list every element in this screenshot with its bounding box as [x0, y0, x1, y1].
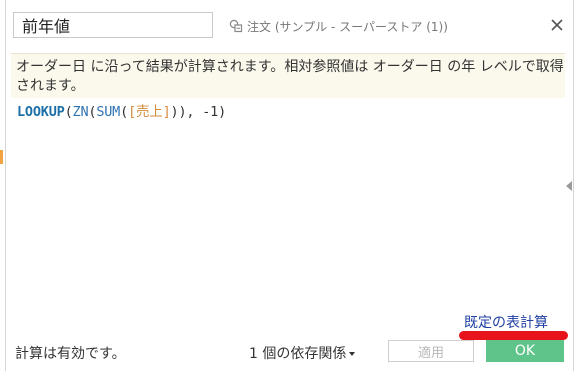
- dependencies-dropdown[interactable]: 1 個の依存関係: [249, 343, 356, 363]
- formula-tail: )), -1): [170, 104, 227, 120]
- formula-function-lookup: LOOKUP: [17, 104, 65, 120]
- dependencies-label: 1 個の依存関係: [249, 346, 347, 362]
- datasource-label: 注文 (サンプル - スーパーストア (1)): [229, 16, 448, 36]
- calculation-name-input[interactable]: [13, 12, 213, 38]
- caret-down-icon: [349, 352, 356, 356]
- default-table-calculation-link[interactable]: 既定の表計算: [464, 312, 548, 332]
- formula-paren: (: [64, 104, 73, 120]
- linked-datasource-icon: [229, 19, 243, 33]
- side-handle: [0, 150, 3, 164]
- ok-button[interactable]: OK: [486, 340, 564, 362]
- formula-function-zn: ZN: [72, 104, 89, 120]
- formula-paren: (: [120, 104, 129, 120]
- apply-button[interactable]: 適用: [388, 340, 474, 362]
- validation-status: 計算は有効です。: [15, 346, 126, 362]
- red-underline-annotation: [459, 331, 568, 340]
- close-icon: [551, 19, 563, 31]
- calculation-info-banner: オーダー日 に沿って結果が計算されます。相対参照値は オーダー日 の年 レベルで…: [11, 53, 565, 98]
- close-button[interactable]: [548, 16, 566, 34]
- datasource-name: 注文 (サンプル - スーパーストア (1)): [247, 19, 448, 34]
- formula-editor[interactable]: LOOKUP(ZN(SUM([売上])), -1): [17, 100, 226, 120]
- formula-function-sum: SUM: [96, 104, 121, 120]
- formula-field-sales: [売上]: [128, 104, 171, 120]
- panel-expand-arrow-icon[interactable]: [566, 181, 572, 191]
- info-text: オーダー日 に沿って結果が計算されます。相対参照値は オーダー日 の年 レベルで…: [16, 59, 564, 94]
